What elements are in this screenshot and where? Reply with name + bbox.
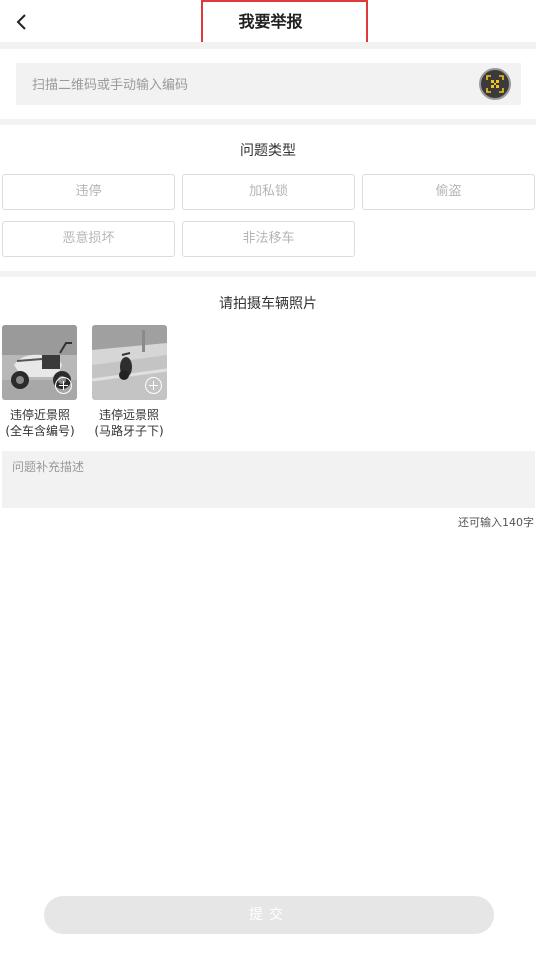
type-private-lock[interactable]: 加私锁	[182, 174, 355, 210]
description-textarea[interactable]	[2, 451, 535, 508]
divider	[0, 119, 536, 125]
type-illegal-parking[interactable]: 违停	[2, 174, 175, 210]
photo-close-up-slot[interactable]	[2, 325, 77, 400]
type-vandalism[interactable]: 恶意损坏	[2, 221, 175, 257]
chevron-left-icon	[16, 14, 26, 30]
page-title: 我要举报	[238, 12, 303, 31]
type-theft[interactable]: 偷盗	[362, 174, 535, 210]
char-counter: 还可输入140字	[458, 516, 534, 529]
header-bar: 我要举报	[0, 0, 536, 44]
add-photo-icon	[55, 377, 72, 394]
problem-type-title: 问题类型	[240, 143, 296, 159]
back-button[interactable]	[8, 8, 36, 36]
photo-distant-label: 违停远景照 (马路牙子下)	[84, 407, 174, 439]
photo-close-up-label-line2: (全车含编号)	[5, 424, 75, 438]
type-illegal-move[interactable]: 非法移车	[182, 221, 355, 257]
photo-distant-label-line2: (马路牙子下)	[94, 424, 164, 438]
qr-scan-icon	[486, 75, 504, 93]
bike-code-input[interactable]	[30, 63, 474, 107]
photo-section-title: 请拍摄车辆照片	[219, 296, 317, 312]
scan-bar	[16, 63, 521, 107]
divider	[0, 271, 536, 277]
photo-close-up-label-line1: 违停近景照	[9, 408, 70, 422]
photo-close-up-label: 违停近景照 (全车含编号)	[0, 407, 85, 439]
photo-distant-label-line1: 违停远景照	[98, 408, 159, 422]
add-photo-icon	[145, 377, 162, 394]
submit-button[interactable]: 提交	[44, 896, 494, 934]
photo-distant-slot[interactable]	[92, 325, 167, 400]
divider	[0, 42, 536, 49]
qr-scan-button[interactable]	[479, 68, 511, 100]
